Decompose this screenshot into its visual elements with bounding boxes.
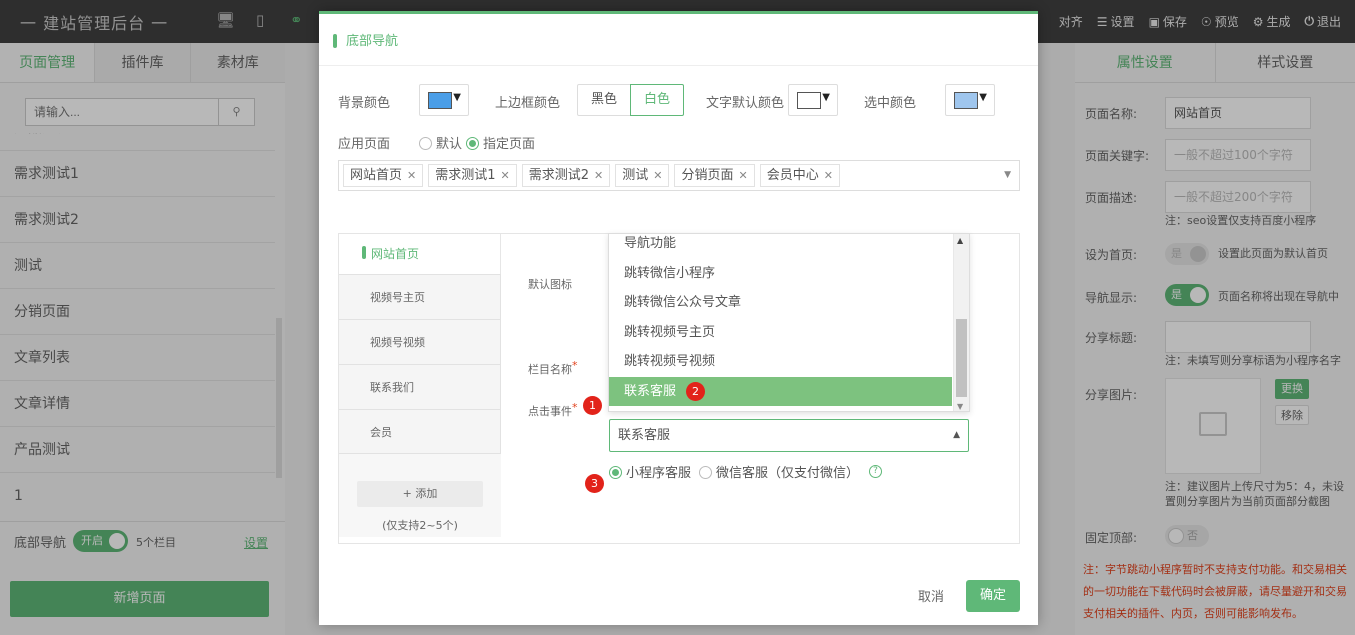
border-white-button[interactable]: 白色	[630, 84, 684, 116]
tag-item: 会员中心 ✕	[759, 164, 840, 187]
nav-item[interactable]: 会员	[339, 409, 501, 454]
service-type-radios: 小程序客服 微信客服（仅支付微信） ?	[609, 462, 883, 481]
nav-item[interactable]: 联系我们	[339, 364, 501, 409]
close-icon[interactable]: ✕	[407, 169, 416, 182]
border-color-label: 上边框颜色	[495, 96, 561, 111]
dropdown-scrollbar[interactable]: ▲ ▼	[953, 234, 969, 411]
selected-color-label: 选中颜色	[864, 96, 917, 111]
nav-item-limit-note: (仅支持2~5个)	[382, 519, 458, 532]
nav-item[interactable]: 视频号主页	[339, 274, 501, 319]
selected-color-picker[interactable]: ▼	[945, 84, 995, 116]
modal-title: 底部导航	[346, 34, 399, 49]
active-marker	[362, 246, 366, 259]
tag-item: 分销页面 ✕	[674, 164, 755, 187]
bg-color-picker[interactable]: ▼	[419, 84, 469, 116]
caret-down-icon[interactable]: ▼	[1004, 170, 1011, 180]
column-name-label: 栏目名称*	[528, 359, 578, 376]
step-badge-2: 2	[686, 381, 705, 401]
dropdown-option[interactable]: 跳转微信小程序	[609, 259, 952, 289]
scroll-thumb[interactable]	[956, 319, 967, 397]
scroll-down-icon[interactable]: ▼	[957, 402, 963, 411]
dropdown-option-selected[interactable]: 联系客服 2	[609, 376, 952, 406]
close-icon[interactable]: ✕	[653, 169, 662, 182]
text-color-picker[interactable]: ▼	[788, 84, 838, 116]
close-icon[interactable]: ✕	[824, 169, 833, 182]
dropdown-option[interactable]: 跳转微信公众号文章	[609, 288, 952, 318]
nav-item[interactable]: 视频号视频	[339, 319, 501, 364]
cancel-button[interactable]: 取消	[918, 586, 944, 605]
select-value: 联系客服	[618, 428, 671, 443]
bg-color-label: 背景颜色	[338, 96, 391, 111]
border-black-button[interactable]: 黑色	[577, 84, 631, 116]
apply-page-label: 应用页面	[338, 137, 391, 152]
caret-down-icon: ▼	[822, 92, 830, 103]
close-icon[interactable]: ✕	[738, 169, 747, 182]
default-icon-label: 默认图标	[528, 278, 572, 291]
tag-list: 网站首页 ✕ 需求测试1 ✕ 需求测试2 ✕ 测试 ✕ 分销页面 ✕ 会员中心 ✕	[343, 164, 840, 187]
dropdown-option[interactable]: 跳转视频号主页	[609, 318, 952, 348]
step-badge-3: 3	[585, 474, 604, 493]
nav-items-column: 网站首页 视频号主页 视频号视频 联系我们 会员 + 添加 (仅支持2~5个)	[339, 234, 501, 537]
caret-up-icon: ▲	[953, 430, 960, 440]
caret-down-icon: ▼	[453, 92, 461, 103]
text-color-swatch	[797, 92, 821, 109]
click-event-label: 点击事件*	[528, 401, 578, 418]
dropdown-option[interactable]: 导航功能	[609, 234, 952, 259]
selected-color-swatch	[954, 92, 978, 109]
text-color-label: 文字默认颜色	[706, 96, 785, 111]
close-icon[interactable]: ✕	[501, 169, 510, 182]
scroll-up-icon[interactable]: ▲	[957, 236, 963, 245]
tag-item: 网站首页 ✕	[343, 164, 424, 187]
add-nav-item-button[interactable]: + 添加	[357, 481, 483, 507]
click-event-dropdown: 导航功能 跳转微信小程序 跳转微信公众号文章 跳转视频号主页 跳转视频号视频 联…	[608, 233, 970, 412]
nav-item-label: 网站首页	[371, 247, 420, 261]
apply-default-radio[interactable]: 默认	[419, 133, 462, 152]
bg-color-swatch	[428, 92, 452, 109]
tag-item: 需求测试1 ✕	[428, 164, 517, 187]
step-badge-1: 1	[583, 396, 602, 415]
confirm-button[interactable]: 确定	[966, 580, 1020, 612]
tag-item: 需求测试2 ✕	[521, 164, 611, 187]
title-marker	[333, 34, 337, 48]
mini-program-service-radio[interactable]: 小程序客服	[609, 462, 691, 481]
click-event-select[interactable]: 联系客服 ▲	[609, 419, 969, 452]
modal-header: 底部导航	[319, 14, 1038, 66]
close-icon[interactable]: ✕	[594, 169, 603, 182]
tag-item: 测试 ✕	[615, 164, 670, 187]
nav-item-active[interactable]: 网站首页	[339, 234, 501, 274]
apply-specific-radio[interactable]: 指定页面	[466, 133, 535, 152]
help-icon[interactable]: ?	[869, 465, 883, 478]
caret-down-icon: ▼	[979, 92, 987, 103]
dropdown-option[interactable]: 跳转视频号视频	[609, 347, 952, 377]
wechat-service-radio[interactable]: 微信客服（仅支付微信）	[699, 462, 859, 481]
page-tag-select[interactable]: 网站首页 ✕ 需求测试1 ✕ 需求测试2 ✕ 测试 ✕ 分销页面 ✕ 会员中心 ✕ ▼	[338, 160, 1020, 191]
bottom-nav-modal: 底部导航 背景颜色 ▼ 上边框颜色 黑色 白色 文字默认颜色 ▼ 选中颜色 ▼ …	[319, 11, 1038, 625]
